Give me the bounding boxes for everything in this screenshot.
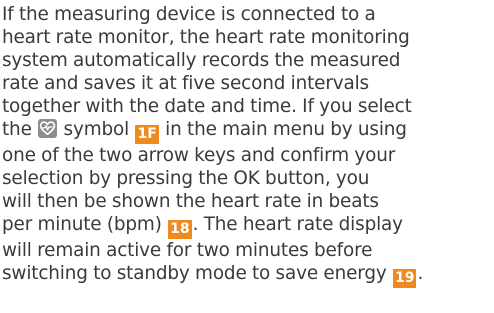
- text-line-10-end: . The heart rate display: [192, 214, 403, 235]
- text-line-12: switching to standby mode to save energy…: [2, 262, 492, 288]
- heart-rate-icon: [38, 119, 58, 138]
- text-line-6-mid: symbol: [58, 119, 135, 140]
- text-line-6-start: the: [2, 119, 38, 140]
- text-line-10: per minute (bpm) 18. The heart rate disp…: [2, 213, 492, 239]
- manual-paragraph: If the measuring device is connected to …: [2, 3, 492, 288]
- text-line-5: together with the date and time. If you …: [2, 96, 412, 117]
- text-line-4: rate and saves it at five second interva…: [2, 73, 369, 94]
- text-line-8: selection by pressing the OK button, you: [2, 168, 370, 189]
- reference-badge-18: 18: [168, 220, 192, 239]
- text-line-12-start: switching to standby mode to save energy: [2, 263, 392, 284]
- text-line-9: will then be shown the heart rate in bea…: [2, 191, 379, 212]
- text-line-12-end: .: [417, 263, 424, 284]
- text-line-2: heart rate monitor, the heart rate monit…: [2, 27, 410, 48]
- text-line-10-start: per minute (bpm): [2, 214, 168, 235]
- text-line-11: will remain active for two minutes befor…: [2, 240, 373, 261]
- text-line-1: If the measuring device is connected to …: [2, 4, 376, 25]
- text-line-6: the symbol 1F in the main menu by using: [2, 118, 492, 144]
- text-line-7: one of the two arrow keys and confirm yo…: [2, 145, 396, 166]
- reference-badge-1f: 1F: [135, 125, 159, 144]
- text-line-3: system automatically records the measure…: [2, 50, 401, 71]
- text-line-6-end: in the main menu by using: [159, 119, 407, 140]
- reference-badge-19: 19: [392, 269, 417, 288]
